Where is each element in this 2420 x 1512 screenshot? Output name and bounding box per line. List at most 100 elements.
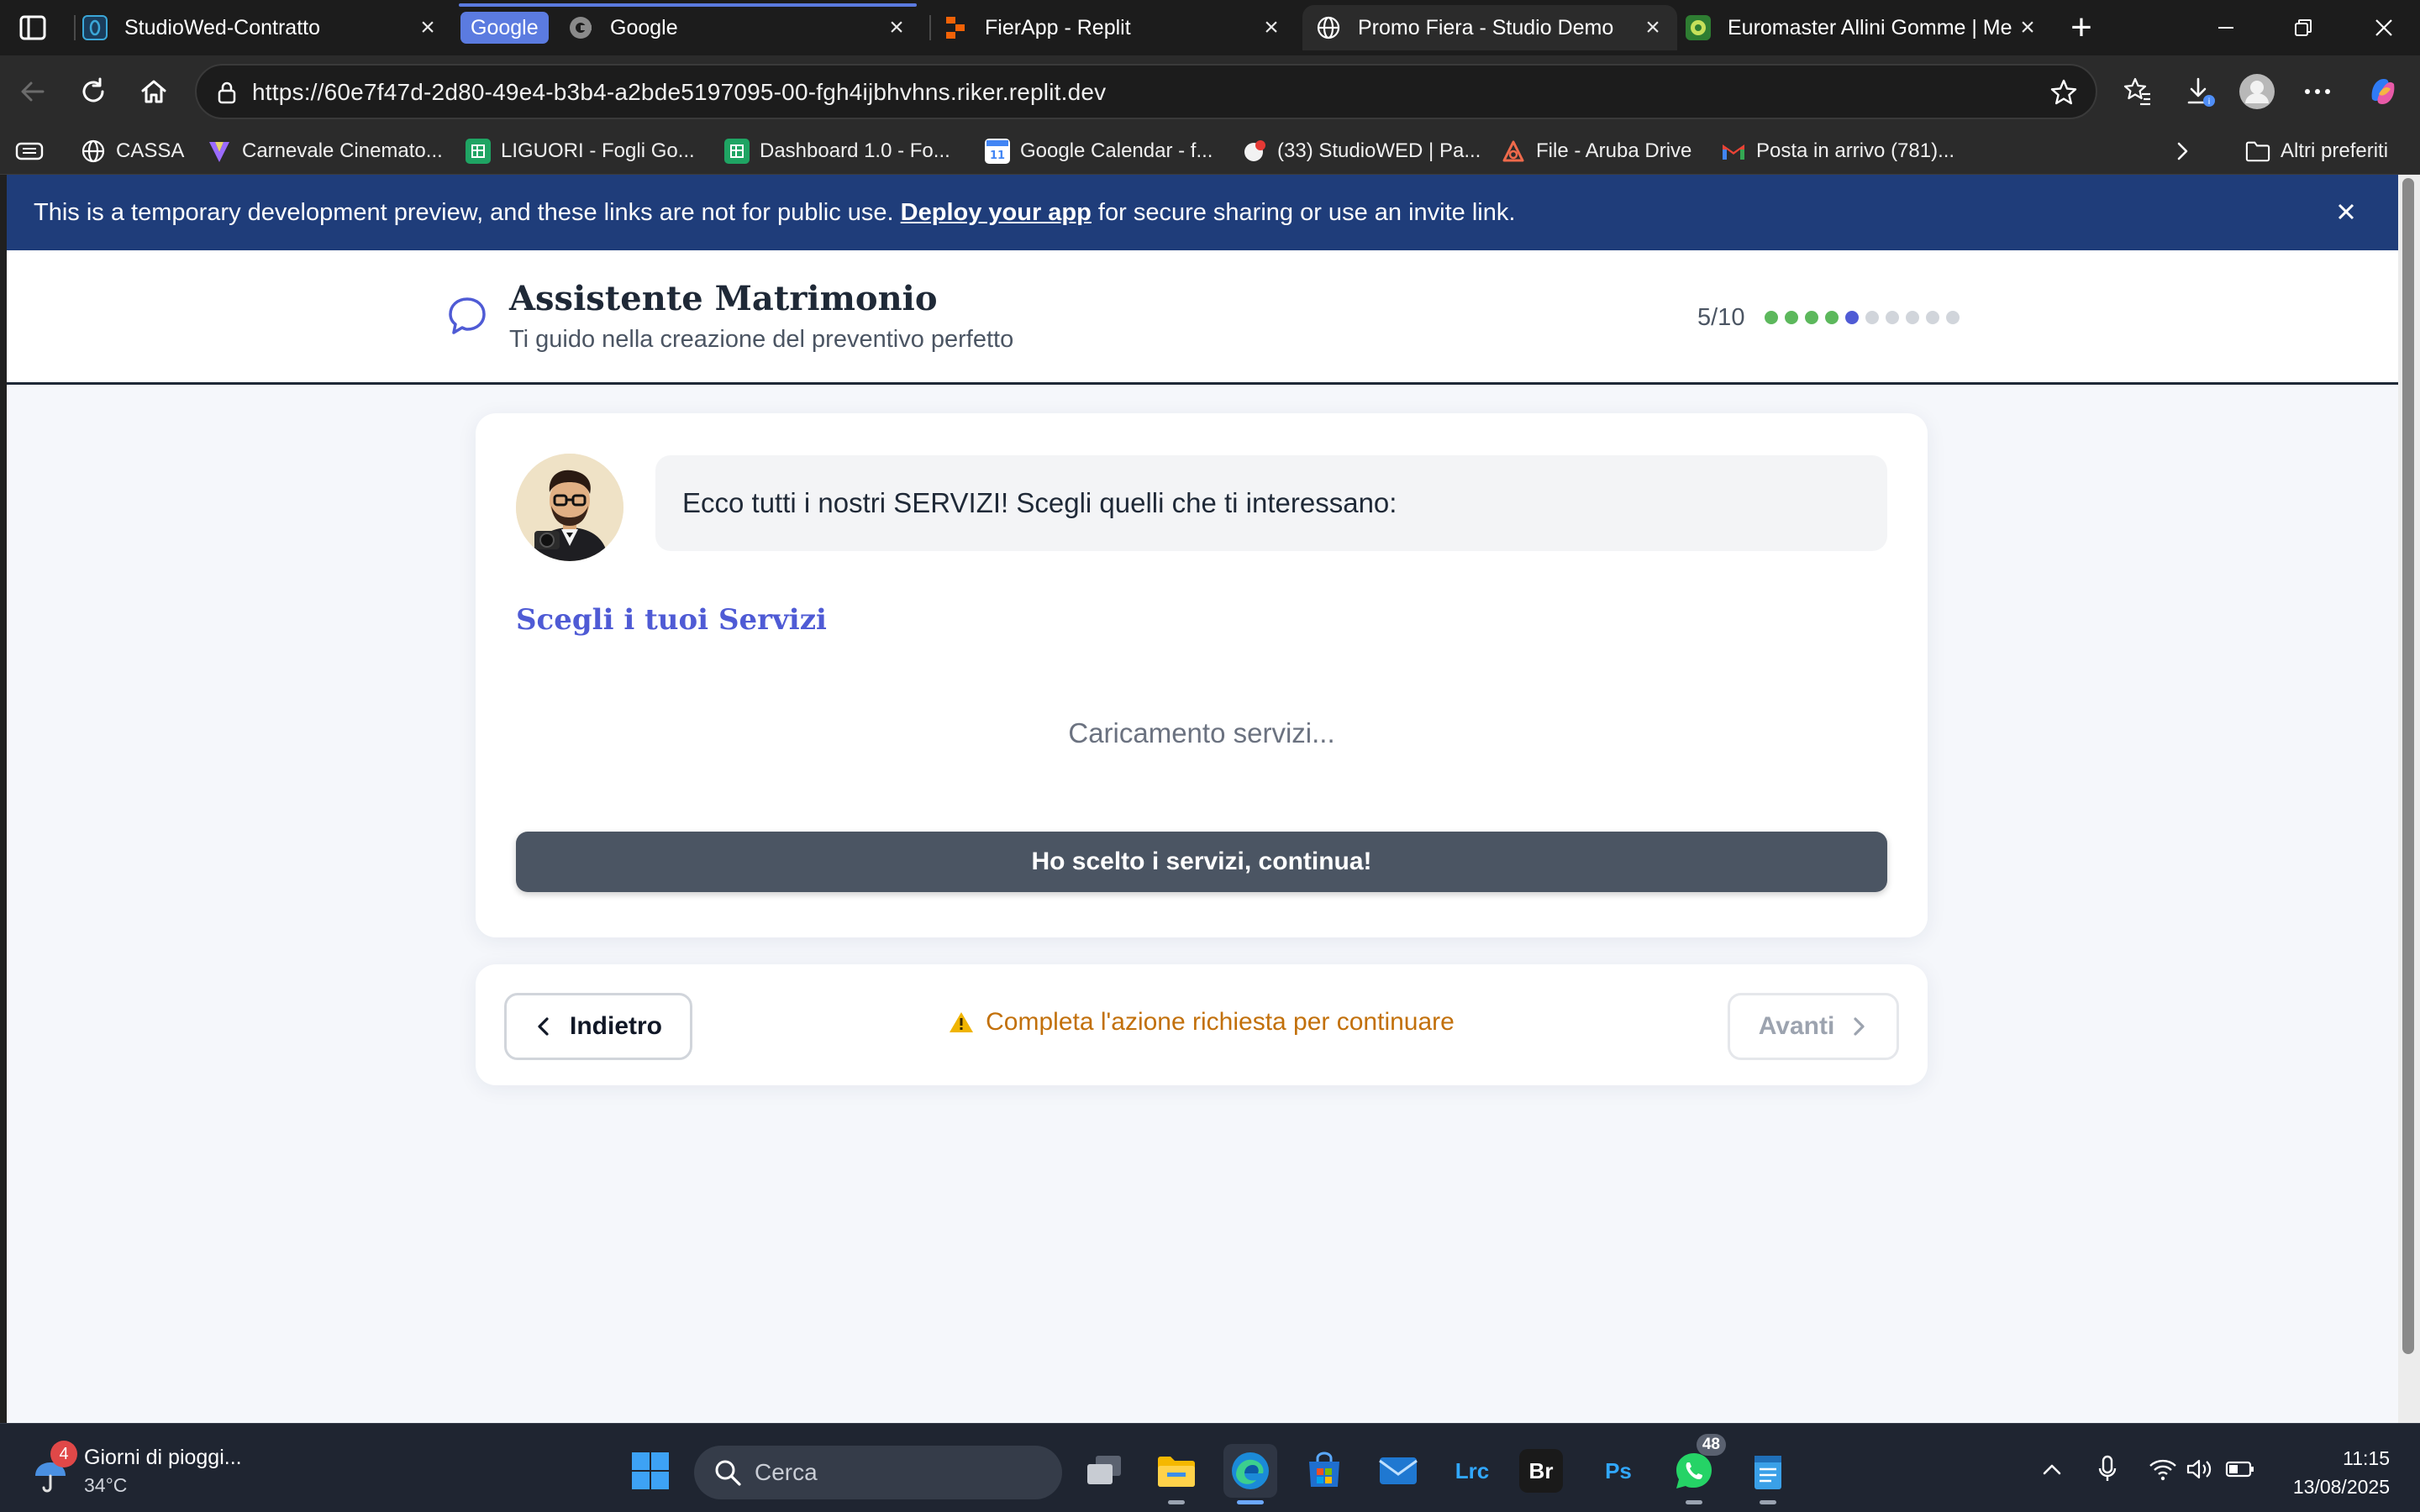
close-window-button[interactable]	[2363, 8, 2405, 47]
reload-icon[interactable]	[72, 71, 114, 113]
close-banner-icon[interactable]	[2329, 195, 2363, 228]
microsoft-store-icon[interactable]	[1297, 1444, 1351, 1498]
page-viewport: This is a temporary development preview,…	[7, 175, 2398, 1423]
system-clock[interactable]: 11:15 13/08/2025	[2293, 1444, 2390, 1501]
photoshop-icon[interactable]: Ps	[1591, 1444, 1645, 1498]
tab-euromaster[interactable]: Euromaster Allini Gomme | Me ×	[1686, 5, 2052, 50]
search-icon	[715, 1460, 741, 1486]
folder-icon	[2245, 139, 2270, 164]
tab-fierapp-replit[interactable]: FierApp - Replit ×	[943, 5, 1296, 50]
continue-services-button[interactable]: Ho scelto i servizi, continua!	[516, 832, 1887, 892]
favorites-hub-icon[interactable]	[15, 136, 44, 166]
more-options-icon[interactable]	[2299, 73, 2336, 110]
bookmark-google-calendar[interactable]: 11 Google Calendar - f...	[985, 136, 1213, 166]
tab-separator	[74, 15, 76, 40]
show-hidden-icons-chevron-icon[interactable]	[2037, 1454, 2067, 1484]
bookmark-label: CASSA	[116, 139, 185, 162]
tab-title: StudioWed-Contratto	[124, 15, 320, 39]
aruba-icon	[1501, 139, 1526, 164]
site-info-icon[interactable]	[213, 79, 240, 106]
back-nav-button[interactable]	[12, 71, 54, 113]
tab-studiowed-contratto[interactable]: StudioWed-Contratto ×	[82, 5, 452, 50]
bookmark-label: Dashboard 1.0 - Fo...	[760, 139, 950, 162]
action-required-warning: Completa l'azione richiesta per continua…	[476, 1008, 1928, 1037]
progress-dot	[1906, 311, 1919, 324]
tab-actions-button[interactable]	[17, 12, 49, 44]
adobe-bridge-icon[interactable]: Br	[1519, 1449, 1563, 1493]
taskbar-search[interactable]: Cerca	[694, 1446, 1062, 1499]
bookmark-label: LIGUORI - Fogli Go...	[501, 139, 695, 162]
start-button[interactable]	[623, 1444, 677, 1498]
scrollbar-thumb[interactable]	[2402, 178, 2414, 1354]
mail-icon[interactable]	[1371, 1444, 1425, 1498]
other-favorites-folder[interactable]: Altri preferiti	[2245, 136, 2388, 166]
tab-promo-fiera[interactable]: Promo Fiera - Studio Demo ×	[1302, 5, 1677, 50]
dev-preview-banner: This is a temporary development preview,…	[7, 175, 2398, 250]
assistant-message-bubble: Ecco tutti i nostri SERVIZI! Scegli quel…	[655, 455, 1887, 551]
next-button[interactable]: Avanti	[1728, 993, 1899, 1060]
new-tab-button[interactable]: +	[2062, 7, 2101, 48]
running-indicator	[1686, 1500, 1702, 1504]
sheets-icon	[724, 139, 750, 164]
bookmark-label: Posta in arrivo (781)...	[1756, 139, 1955, 162]
whatsapp-unread-badge: 48	[1696, 1434, 1726, 1456]
tab-title: FierApp - Replit	[985, 15, 1131, 39]
close-tab-icon[interactable]: ×	[1640, 13, 1665, 41]
whatsapp-icon[interactable]: 48	[1667, 1434, 1726, 1504]
favorites-icon[interactable]	[2119, 73, 2156, 110]
home-icon[interactable]	[133, 71, 175, 113]
microphone-icon[interactable]	[2092, 1454, 2123, 1484]
lightroom-classic-icon[interactable]: Lrc	[1445, 1444, 1499, 1498]
wifi-icon[interactable]	[2148, 1454, 2178, 1484]
downloads-icon[interactable]: i	[2181, 73, 2218, 110]
windows-taskbar: 4 Giorni di pioggi... 34°C Cerca Lrc Br …	[0, 1423, 2420, 1512]
deploy-app-link[interactable]: Deploy your app	[901, 199, 1092, 227]
google-favicon-icon	[568, 15, 593, 40]
tab-group-label[interactable]: Google	[460, 12, 549, 44]
copilot-icon[interactable]	[2365, 73, 2402, 110]
tab-title: Promo Fiera - Studio Demo	[1358, 15, 1614, 39]
services-section-title: Scegli i tuoi Servizi	[516, 603, 827, 637]
weather-alert-badge: 4	[50, 1441, 77, 1467]
profile-avatar-icon[interactable]	[2238, 73, 2275, 110]
close-tab-icon[interactable]: ×	[884, 13, 909, 41]
bookmark-carnevale[interactable]: Carnevale Cinemato...	[207, 136, 443, 166]
task-view-icon[interactable]	[1077, 1444, 1131, 1498]
progress-dot	[1765, 311, 1778, 324]
close-tab-icon[interactable]: ×	[2015, 13, 2040, 41]
restore-window-button[interactable]	[2282, 8, 2324, 47]
tab-google[interactable]: Google ×	[568, 5, 921, 50]
progress-dot	[1825, 311, 1839, 324]
battery-icon[interactable]	[2225, 1454, 2255, 1484]
bookmark-liguori[interactable]: LIGUORI - Fogli Go...	[466, 136, 695, 166]
bookmark-gmail[interactable]: Posta in arrivo (781)...	[1721, 136, 1954, 166]
address-bar[interactable]: https://60e7f47d-2d80-49e4-b3b4-a2bde519…	[195, 64, 2097, 119]
bookmark-aruba-drive[interactable]: File - Aruba Drive	[1501, 136, 1691, 166]
page-scrollbar[interactable]	[2398, 175, 2420, 1423]
bookmark-label: (33) StudioWED | Pa...	[1277, 139, 1481, 162]
file-explorer-icon[interactable]	[1150, 1444, 1203, 1504]
favorite-star-icon[interactable]	[2049, 77, 2079, 108]
progress-dot	[1785, 311, 1798, 324]
bookmark-label: File - Aruba Drive	[1536, 139, 1692, 162]
progress-dots	[1765, 311, 1960, 324]
other-favorites-label: Altri preferiti	[2281, 139, 2389, 162]
globe-icon	[81, 139, 106, 164]
close-tab-icon[interactable]: ×	[1259, 13, 1284, 41]
volume-icon[interactable]	[2185, 1454, 2215, 1484]
edge-browser-icon[interactable]	[1223, 1444, 1277, 1504]
url-text[interactable]: https://60e7f47d-2d80-49e4-b3b4-a2bde519…	[252, 79, 1106, 106]
close-tab-icon[interactable]: ×	[415, 13, 440, 41]
search-placeholder: Cerca	[755, 1459, 818, 1485]
bookmark-studiowed[interactable]: (33) StudioWED | Pa...	[1242, 136, 1481, 166]
warning-text: Completa l'azione richiesta per continua…	[986, 1008, 1455, 1036]
weather-title: Giorni di pioggi...	[84, 1446, 242, 1469]
weather-widget[interactable]: 4 Giorni di pioggi... 34°C	[29, 1441, 281, 1499]
progress-dot	[1926, 311, 1939, 324]
notepad-icon[interactable]	[1741, 1444, 1795, 1504]
bookmark-dashboard[interactable]: Dashboard 1.0 - Fo...	[724, 136, 950, 166]
more-bookmarks-chevron-icon[interactable]	[2171, 136, 2193, 166]
bookmark-cassa[interactable]: CASSA	[81, 136, 184, 166]
minimize-window-button[interactable]	[2205, 8, 2247, 47]
app-header: Assistente Matrimonio Ti guido nella cre…	[7, 250, 2398, 385]
